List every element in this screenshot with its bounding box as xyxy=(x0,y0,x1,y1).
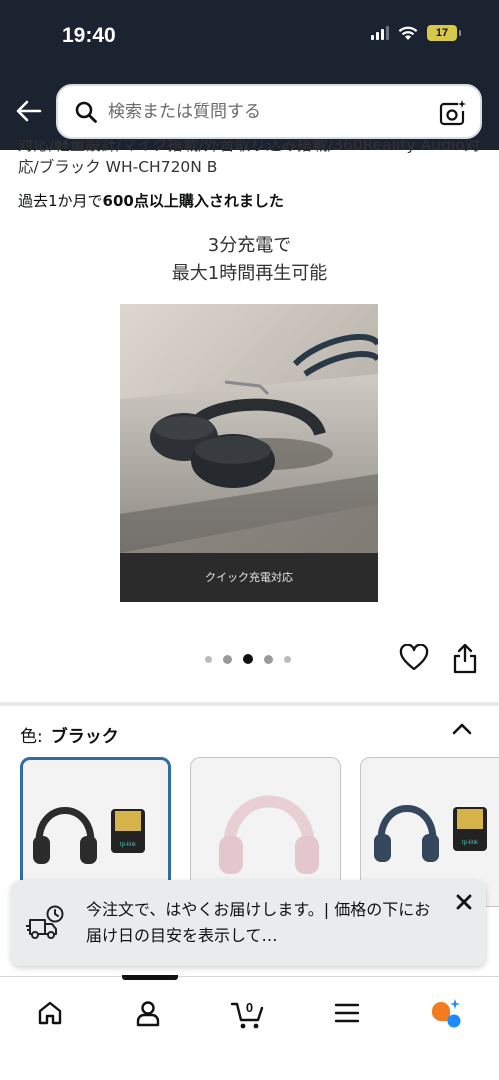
nav-home[interactable] xyxy=(30,993,70,1033)
carousel-dot[interactable] xyxy=(284,655,291,663)
camera-search-icon[interactable] xyxy=(438,99,466,127)
product-title-text: 対応/軽量設計/マイク搭載/外音取り込み搭載/360Reality Audio対… xyxy=(18,140,481,176)
search-bar[interactable] xyxy=(56,84,482,139)
purchase-prefix: 過去1か月で xyxy=(18,192,103,210)
cart-count: 0 xyxy=(246,1000,253,1015)
heart-icon[interactable] xyxy=(399,644,429,672)
account-icon xyxy=(136,1001,160,1027)
wifi-icon xyxy=(398,26,418,40)
promo-caption: 3分充電で 最大1時間再生可能 xyxy=(0,232,499,288)
status-icons: 17 xyxy=(371,25,461,41)
search-input[interactable] xyxy=(108,101,428,122)
color-label: 色: ブラック xyxy=(20,722,119,747)
svg-text:tp-link: tp-link xyxy=(120,842,137,848)
carousel-dot[interactable] xyxy=(205,655,212,663)
carousel-dot[interactable] xyxy=(223,654,232,664)
svg-text:tp-link: tp-link xyxy=(462,840,479,846)
selected-color: ブラック xyxy=(50,727,119,747)
back-arrow-icon[interactable] xyxy=(14,96,44,126)
carousel-dot[interactable] xyxy=(264,654,273,664)
toast-message: 今注文で、はやくお届けします。| 価格の下にお届け日の目安を表示して… xyxy=(86,900,431,945)
headphones-photo xyxy=(120,304,378,553)
delivery-truck-icon xyxy=(26,905,64,939)
nav-account[interactable] xyxy=(128,993,168,1033)
menu-icon xyxy=(334,1003,360,1023)
nav-cart[interactable]: 0 xyxy=(228,993,268,1033)
carousel-dots[interactable] xyxy=(205,654,291,664)
home-icon xyxy=(38,1001,62,1025)
purchase-count: 過去1か月で600点以上購入されました xyxy=(18,190,284,211)
rufus-icon xyxy=(431,999,461,1028)
carousel-dot-active[interactable] xyxy=(243,654,253,664)
nav-rufus[interactable] xyxy=(426,993,466,1033)
share-icon[interactable] xyxy=(452,642,478,674)
bottom-navigation: 0 xyxy=(0,975,499,1080)
close-icon[interactable] xyxy=(452,890,476,914)
promo-caption-line2: 最大1時間再生可能 xyxy=(171,263,328,284)
active-tab-indicator xyxy=(122,975,178,980)
section-divider xyxy=(0,702,499,706)
product-title: 対応/軽量設計/マイク搭載/外音取り込み搭載/360Reality Audio対… xyxy=(18,140,488,184)
color-label-text: 色: xyxy=(20,727,43,747)
top-header: 19:40 17 xyxy=(0,0,499,150)
purchase-count-bold: 600点以上購入されました xyxy=(102,192,284,210)
cart-icon: 0 xyxy=(230,1000,264,1029)
chevron-up-icon[interactable] xyxy=(451,720,473,738)
battery-indicator: 17 xyxy=(427,25,461,41)
search-icon xyxy=(75,101,97,123)
promo-caption-line1: 3分充電で xyxy=(207,235,292,256)
promo-banner: クイック充電対応 xyxy=(120,553,378,602)
signal-icon xyxy=(371,26,389,40)
nav-menu[interactable] xyxy=(327,993,367,1033)
product-image[interactable]: クイック充電対応 xyxy=(120,304,378,602)
delivery-toast[interactable]: 今注文で、はやくお届けします。| 価格の下にお届け日の目安を表示して… xyxy=(11,880,486,966)
status-time: 19:40 xyxy=(62,24,116,47)
product-page: 19:40 17 検索または質問する 対応/軽量設計/マイク搭載/外音取り込み搭… xyxy=(0,0,499,1080)
